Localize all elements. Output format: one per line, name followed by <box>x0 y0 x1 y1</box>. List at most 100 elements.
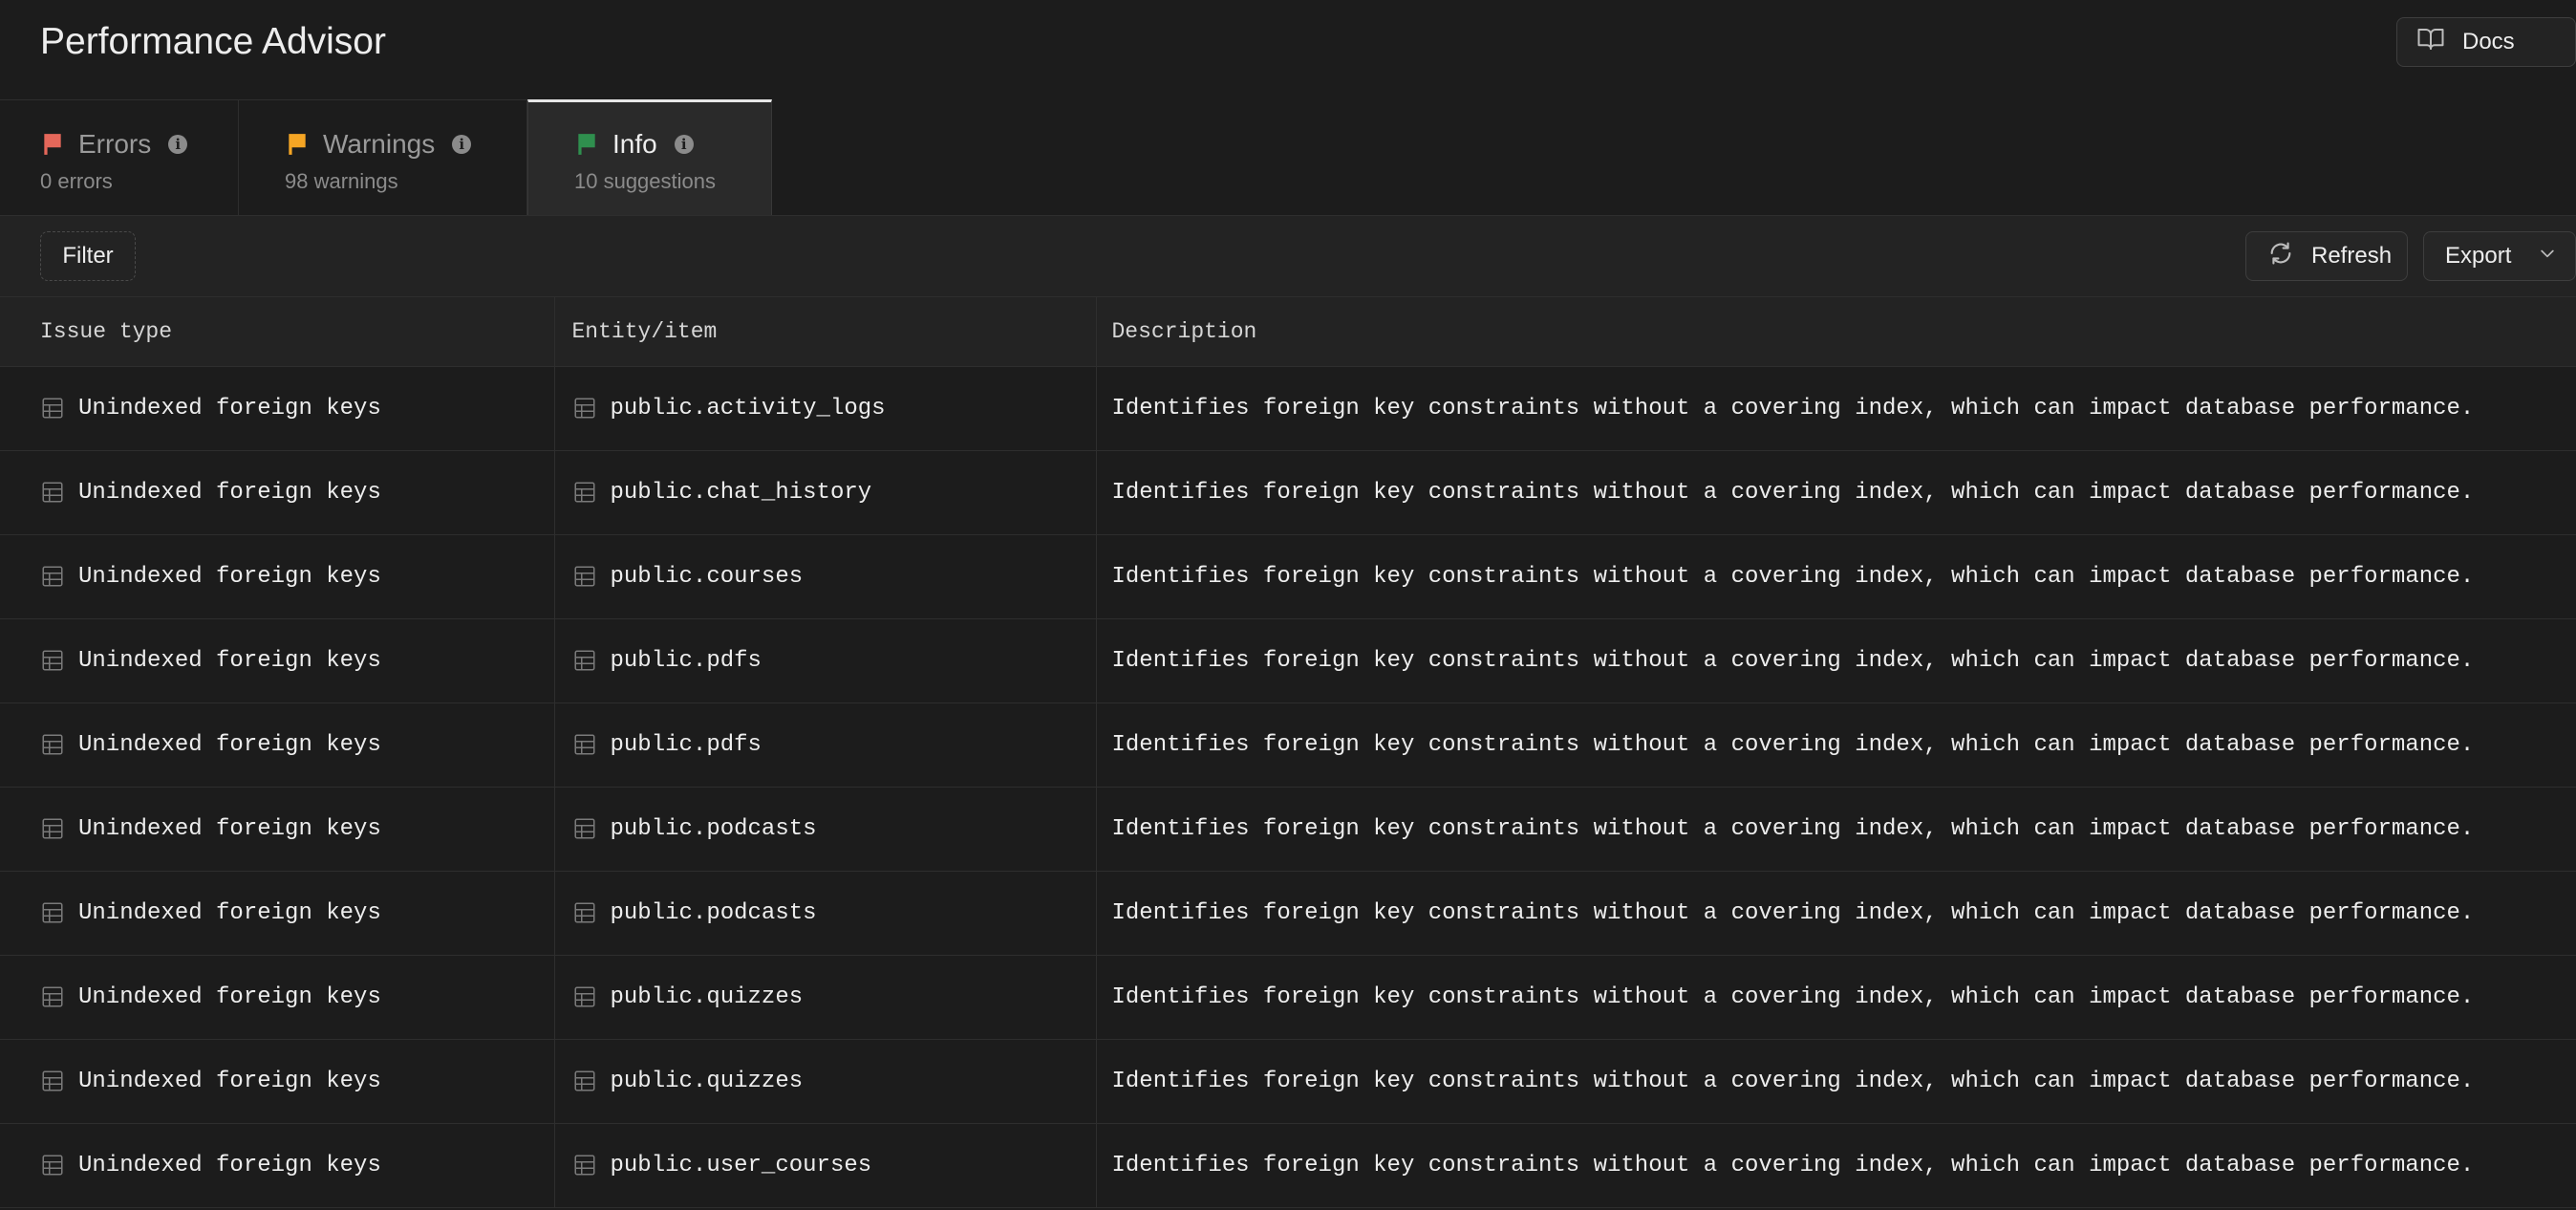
table-row[interactable]: Unindexed foreign keys public.chat_histo… <box>0 450 2576 535</box>
issue-type-text: Unindexed foreign keys <box>78 815 381 842</box>
description-text: Identifies foreign key constraints witho… <box>1111 563 2475 590</box>
tab-info-count: 10 suggestions <box>574 169 716 193</box>
description-cell: Identifies foreign key constraints witho… <box>1096 955 2576 1040</box>
issue-type-text: Unindexed foreign keys <box>78 1152 381 1178</box>
entity-text: public.user_courses <box>610 1152 872 1178</box>
entity-text: public.chat_history <box>610 479 872 506</box>
table-icon <box>572 648 597 673</box>
entity-text: public.podcasts <box>610 815 817 842</box>
table-row[interactable]: Unindexed foreign keys public.courses Id… <box>0 534 2576 619</box>
table-row[interactable]: Unindexed foreign keys public.podcasts I… <box>0 871 2576 956</box>
table-icon <box>572 732 597 757</box>
issue-type-text: Unindexed foreign keys <box>78 395 381 421</box>
entity-text: public.podcasts <box>610 899 817 926</box>
description-cell: Identifies foreign key constraints witho… <box>1096 1039 2576 1124</box>
issue-type-text: Unindexed foreign keys <box>78 479 381 506</box>
table-row[interactable]: Unindexed foreign keys public.activity_l… <box>0 366 2576 451</box>
info-icon[interactable]: i <box>452 135 472 154</box>
flag-icon <box>574 132 599 157</box>
description-cell: Identifies foreign key constraints witho… <box>1096 702 2576 788</box>
table-icon <box>572 564 597 589</box>
issue-type-text: Unindexed foreign keys <box>78 983 381 1010</box>
description-cell: Identifies foreign key constraints witho… <box>1096 1123 2576 1208</box>
export-label: Export <box>2445 243 2512 269</box>
description-text: Identifies foreign key constraints witho… <box>1111 1152 2475 1178</box>
info-icon[interactable]: i <box>674 135 694 154</box>
filter-button[interactable]: Filter <box>40 231 136 281</box>
page-title: Performance Advisor <box>40 21 386 62</box>
description-text: Identifies foreign key constraints witho… <box>1111 815 2475 842</box>
table-icon <box>40 1069 65 1093</box>
table-row[interactable]: Unindexed foreign keys public.user_cours… <box>0 1123 2576 1208</box>
entity-text: public.quizzes <box>610 1068 804 1094</box>
flag-icon <box>285 132 310 157</box>
description-text: Identifies foreign key constraints witho… <box>1111 983 2475 1010</box>
flag-shape <box>44 134 61 155</box>
table-icon <box>40 816 65 841</box>
docs-button[interactable]: Docs <box>2396 17 2576 67</box>
tab-warnings[interactable]: Warnings i 98 warnings <box>239 99 527 215</box>
table-icon <box>40 564 65 589</box>
table-icon <box>572 1069 597 1093</box>
tab-errors[interactable]: Errors i 0 errors <box>0 99 239 215</box>
table-icon <box>40 480 65 505</box>
refresh-icon <box>2267 240 2294 273</box>
flag-icon <box>40 132 65 157</box>
column-header-entity: Entity/item <box>554 297 1097 367</box>
export-button[interactable]: Export <box>2423 231 2576 281</box>
toolbar: Filter Refresh Export <box>0 215 2576 297</box>
description-text: Identifies foreign key constraints witho… <box>1111 899 2475 926</box>
advisor-tabs: Errors i 0 errors Warnings i 98 warnings… <box>0 99 2576 215</box>
description-cell: Identifies foreign key constraints witho… <box>1096 618 2576 703</box>
table-row[interactable]: Unindexed foreign keys public.quizzes Id… <box>0 955 2576 1040</box>
tab-info-label: Info <box>612 129 657 159</box>
tab-info[interactable]: Info i 10 suggestions <box>527 99 772 215</box>
book-icon <box>2416 25 2445 60</box>
description-cell: Identifies foreign key constraints witho… <box>1096 534 2576 619</box>
issues-table: Issue type Entity/item Description Unind… <box>0 297 2576 1208</box>
table-icon <box>572 1153 597 1178</box>
description-text: Identifies foreign key constraints witho… <box>1111 647 2475 674</box>
entity-text: public.pdfs <box>610 647 762 674</box>
table-row[interactable]: Unindexed foreign keys public.pdfs Ident… <box>0 618 2576 703</box>
docs-label: Docs <box>2462 29 2515 54</box>
refresh-label: Refresh <box>2311 243 2393 269</box>
table-icon <box>572 396 597 421</box>
table-icon <box>40 900 65 925</box>
table-header-row: Issue type Entity/item Description <box>0 297 2576 367</box>
description-cell: Identifies foreign key constraints witho… <box>1096 450 2576 535</box>
table-icon <box>572 984 597 1009</box>
table-icon <box>40 648 65 673</box>
column-header-description: Description <box>1096 297 2576 367</box>
description-cell: Identifies foreign key constraints witho… <box>1096 787 2576 872</box>
table-row[interactable]: Unindexed foreign keys public.pdfs Ident… <box>0 702 2576 788</box>
entity-text: public.courses <box>610 563 804 590</box>
description-cell: Identifies foreign key constraints witho… <box>1096 366 2576 451</box>
issue-type-text: Unindexed foreign keys <box>78 731 381 758</box>
description-text: Identifies foreign key constraints witho… <box>1111 479 2475 506</box>
table-row[interactable]: Unindexed foreign keys public.quizzes Id… <box>0 1039 2576 1124</box>
table-icon <box>572 816 597 841</box>
issue-type-text: Unindexed foreign keys <box>78 1068 381 1094</box>
refresh-button[interactable]: Refresh <box>2245 231 2408 281</box>
entity-text: public.activity_logs <box>610 395 886 421</box>
issue-type-text: Unindexed foreign keys <box>78 563 381 590</box>
issue-type-text: Unindexed foreign keys <box>78 647 381 674</box>
description-text: Identifies foreign key constraints witho… <box>1111 731 2475 758</box>
description-text: Identifies foreign key constraints witho… <box>1111 395 2475 421</box>
table-icon <box>40 1153 65 1178</box>
info-icon[interactable]: i <box>168 135 188 154</box>
table-icon <box>572 900 597 925</box>
tab-warnings-count: 98 warnings <box>285 169 398 193</box>
table-icon <box>40 984 65 1009</box>
table-icon <box>40 732 65 757</box>
description-cell: Identifies foreign key constraints witho… <box>1096 871 2576 956</box>
table-row[interactable]: Unindexed foreign keys public.podcasts I… <box>0 787 2576 872</box>
table-icon <box>40 396 65 421</box>
issue-type-text: Unindexed foreign keys <box>78 899 381 926</box>
entity-text: public.quizzes <box>610 983 804 1010</box>
description-text: Identifies foreign key constraints witho… <box>1111 1068 2475 1094</box>
entity-text: public.pdfs <box>610 731 762 758</box>
page-header: Performance Advisor Docs <box>0 0 2576 99</box>
table-icon <box>572 480 597 505</box>
